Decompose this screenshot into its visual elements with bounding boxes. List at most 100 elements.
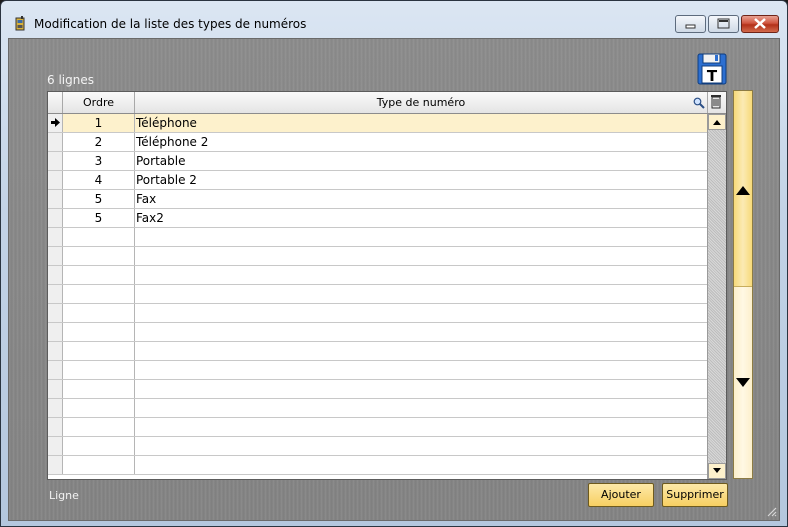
column-header-type[interactable]: Type de numéro	[135, 92, 708, 113]
cell-ordre[interactable]: 5	[63, 209, 135, 227]
move-down-area[interactable]	[734, 287, 752, 478]
cell-ordre[interactable]	[63, 266, 135, 284]
header-selector-cell	[48, 92, 63, 113]
cell-ordre[interactable]	[63, 247, 135, 265]
row-selector-cell[interactable]	[48, 361, 63, 379]
row-selector-cell[interactable]	[48, 114, 63, 132]
row-selector-cell[interactable]	[48, 437, 63, 455]
row-selector-cell[interactable]	[48, 152, 63, 170]
close-button[interactable]	[741, 15, 779, 33]
cell-type[interactable]: Fax	[136, 190, 706, 208]
cell-type[interactable]: Téléphone	[136, 114, 706, 132]
table-row[interactable]: 5 Fax	[48, 190, 707, 209]
cell-type[interactable]	[136, 285, 706, 303]
cell-ordre[interactable]	[63, 304, 135, 322]
empty-table-row[interactable]	[48, 228, 707, 247]
cell-ordre[interactable]	[63, 437, 135, 455]
row-selector-cell[interactable]	[48, 418, 63, 436]
cell-ordre[interactable]: 3	[63, 152, 135, 170]
row-selector-cell[interactable]	[48, 171, 63, 189]
row-selector-cell[interactable]	[48, 228, 63, 246]
cell-type[interactable]	[136, 361, 706, 379]
empty-table-row[interactable]	[48, 399, 707, 418]
empty-table-row[interactable]	[48, 342, 707, 361]
cell-type[interactable]: Portable 2	[136, 171, 706, 189]
cell-type[interactable]	[136, 323, 706, 341]
empty-table-row[interactable]	[48, 247, 707, 266]
row-selector-cell[interactable]	[48, 456, 63, 474]
cell-type[interactable]: Fax2	[136, 209, 706, 227]
cell-ordre[interactable]	[63, 418, 135, 436]
cell-ordre[interactable]	[63, 361, 135, 379]
cell-ordre[interactable]: 4	[63, 171, 135, 189]
row-selector-cell[interactable]	[48, 342, 63, 360]
empty-table-row[interactable]	[48, 323, 707, 342]
cell-ordre[interactable]	[63, 228, 135, 246]
cell-ordre[interactable]	[63, 323, 135, 341]
row-move-scrollbar[interactable]	[733, 90, 753, 479]
row-selector-cell[interactable]	[48, 247, 63, 265]
table-header: Ordre Type de numéro	[48, 92, 726, 114]
resize-grip-icon[interactable]	[765, 505, 777, 517]
add-button[interactable]: Ajouter	[588, 483, 654, 507]
title-bar[interactable]: Modification de la liste des types de nu…	[1, 1, 787, 37]
table-row[interactable]: 2 Téléphone 2	[48, 133, 707, 152]
cell-type[interactable]	[136, 456, 706, 474]
cell-type[interactable]	[136, 228, 706, 246]
row-selector-cell[interactable]	[48, 323, 63, 341]
cell-ordre[interactable]: 2	[63, 133, 135, 151]
row-selector-cell[interactable]	[48, 209, 63, 227]
empty-table-row[interactable]	[48, 456, 707, 475]
cell-ordre[interactable]: 1	[63, 114, 135, 132]
column-header-ordre[interactable]: Ordre	[63, 92, 135, 113]
row-selector-cell[interactable]	[48, 266, 63, 284]
row-selector-cell[interactable]	[48, 380, 63, 398]
floppy-letter: T	[707, 67, 718, 85]
cell-type[interactable]	[136, 418, 706, 436]
row-selector-cell[interactable]	[48, 190, 63, 208]
row-count-label: 6 lignes	[47, 73, 94, 87]
empty-table-row[interactable]	[48, 418, 707, 437]
empty-table-row[interactable]	[48, 266, 707, 285]
trash-icon[interactable]	[710, 94, 722, 109]
row-selector-cell[interactable]	[48, 304, 63, 322]
cell-type[interactable]	[136, 437, 706, 455]
cell-type[interactable]	[136, 399, 706, 417]
table-row[interactable]: 3 Portable	[48, 152, 707, 171]
cell-type[interactable]	[136, 247, 706, 265]
empty-table-row[interactable]	[48, 304, 707, 323]
cell-ordre[interactable]	[63, 456, 135, 474]
table-row[interactable]: 1 Téléphone	[48, 114, 707, 133]
row-selector-cell[interactable]	[48, 399, 63, 417]
empty-table-row[interactable]	[48, 437, 707, 456]
cell-ordre[interactable]	[63, 399, 135, 417]
row-selector-cell[interactable]	[48, 133, 63, 151]
search-icon[interactable]	[693, 97, 705, 109]
table-row[interactable]: 4 Portable 2	[48, 171, 707, 190]
table-vertical-scrollbar[interactable]	[707, 114, 726, 479]
scroll-up-button[interactable]	[708, 114, 726, 130]
cell-type[interactable]	[136, 342, 706, 360]
empty-table-row[interactable]	[48, 380, 707, 399]
row-selector-cell[interactable]	[48, 285, 63, 303]
delete-button[interactable]: Supprimer	[662, 483, 728, 507]
save-button[interactable]: T	[697, 53, 727, 85]
table-row[interactable]: 5 Fax2	[48, 209, 707, 228]
cell-ordre[interactable]	[63, 380, 135, 398]
cell-ordre[interactable]	[63, 342, 135, 360]
move-up-area[interactable]	[734, 91, 752, 287]
scroll-down-button[interactable]	[708, 463, 726, 479]
cell-ordre[interactable]	[63, 285, 135, 303]
maximize-button[interactable]	[708, 15, 739, 33]
cell-type[interactable]	[136, 304, 706, 322]
empty-table-row[interactable]	[48, 285, 707, 304]
cell-ordre[interactable]: 5	[63, 190, 135, 208]
minimize-button[interactable]	[675, 15, 706, 33]
cell-type[interactable]: Téléphone 2	[136, 133, 706, 151]
cell-type[interactable]	[136, 380, 706, 398]
empty-table-row[interactable]	[48, 361, 707, 380]
cell-type[interactable]	[136, 266, 706, 284]
floppy-disk-icon: T	[697, 53, 727, 85]
move-down-arrow-icon	[736, 378, 750, 387]
cell-type[interactable]: Portable	[136, 152, 706, 170]
